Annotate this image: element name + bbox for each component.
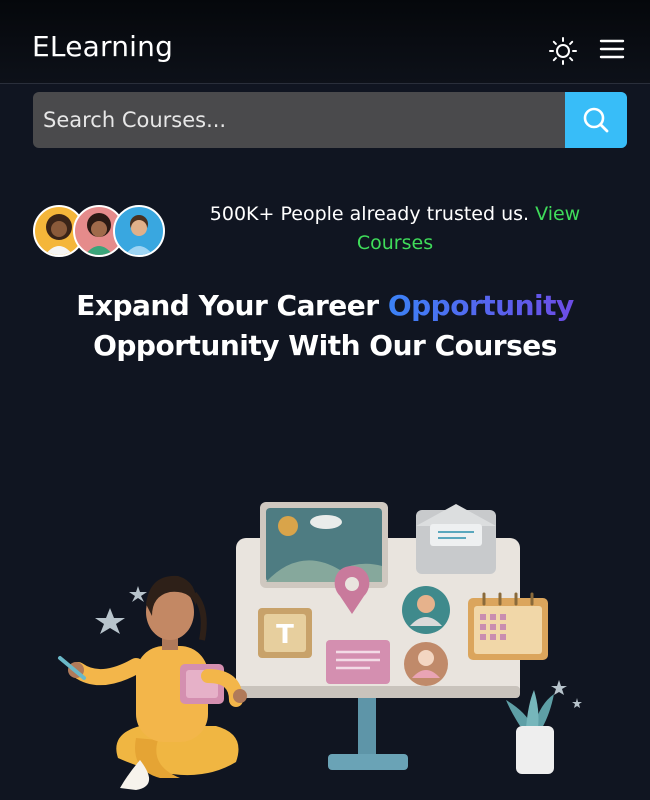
trust-text: 500K+ People already trusted us. [209,203,530,225]
hero-title-accent: Opportunity [387,289,574,322]
sun-icon [549,37,577,65]
menu-button[interactable] [598,38,626,60]
hero-title-part1: Expand Your Career [76,289,379,322]
search-icon [583,107,609,133]
search-button[interactable] [565,92,627,148]
hero-title: Expand Your Career Opportunity Opportuni… [0,286,650,366]
letter-tile-text: T [276,620,294,650]
trust-message: 500K+ People already trusted us. View Co… [170,200,620,258]
hamburger-menu-icon [599,39,625,59]
hero-title-part2: Opportunity With Our Courses [93,329,557,362]
theme-toggle-button[interactable] [548,36,578,66]
hero-illustration: T [58,502,582,790]
avatar-group [33,205,165,257]
search-input[interactable] [33,92,565,148]
star-icon [572,698,582,708]
search-bar [33,92,627,148]
top-nav-bar: ELearning [0,0,650,84]
star-icon [551,680,567,695]
brand-logo[interactable]: ELearning [32,30,173,63]
star-icon [129,586,147,602]
avatar [113,205,165,257]
star-icon [95,608,125,634]
